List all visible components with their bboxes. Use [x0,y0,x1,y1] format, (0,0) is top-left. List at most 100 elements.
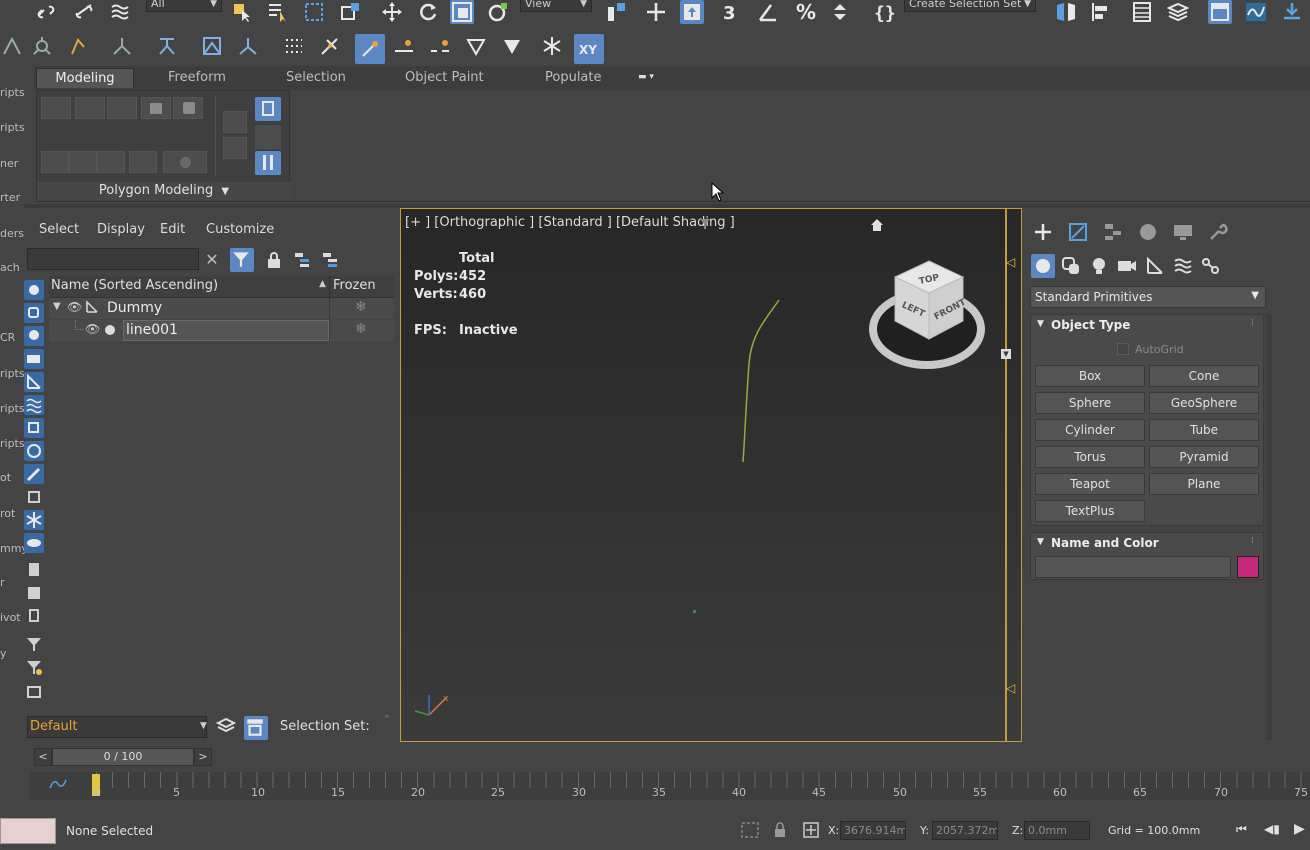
viewport-dropdown-icon[interactable]: ▼ [1001,349,1011,359]
command-panel-scrollbar[interactable] [1266,314,1272,740]
layer-explorer-icon[interactable] [1166,0,1190,24]
edit-poly-icon[interactable] [255,151,281,175]
element-mode-icon[interactable] [173,97,203,119]
category-dropdown[interactable]: Standard Primitives ▼ [1030,286,1266,308]
rollout-title[interactable]: Object Type [1051,318,1130,332]
x-coord-field[interactable]: 3676.914mm [840,821,906,840]
keyboard-shortcut-override-icon[interactable] [680,0,704,24]
helpers-icon[interactable] [1143,254,1167,278]
snap-edge-icon[interactable] [464,34,488,58]
toggle-ribbon-icon[interactable] [1208,0,1232,24]
tab-modeling[interactable]: Modeling [36,68,134,88]
move-icon[interactable] [380,0,404,24]
visibility-eye-icon[interactable]: 👁 [85,322,100,336]
rotate-icon[interactable] [416,0,440,24]
isolate-selection-icon[interactable] [740,821,760,839]
ribbon-options-icon[interactable]: ▬ ▾ [638,72,662,84]
grid-points-icon[interactable] [282,34,306,58]
cameras-icon[interactable] [1115,254,1139,278]
next-frame-button[interactable]: > [194,748,212,766]
selection-lock-icon[interactable] [772,821,788,839]
joint-icon[interactable] [110,34,134,58]
plane-button[interactable]: Plane [1149,473,1259,495]
previous-frame-icon[interactable]: ◀▮ [1264,822,1280,836]
modify-mode-icon[interactable] [41,151,69,173]
pin-icon[interactable] [318,34,342,58]
window-crossing-icon[interactable] [338,0,362,24]
drag-handle-icon[interactable]: ⁞ [1251,536,1254,546]
snap-midpoint-icon[interactable] [428,34,452,58]
table-row[interactable]: ▼ 👁 Dummy ❄ [49,298,394,319]
ik-icon[interactable] [66,34,90,58]
modify-tab-icon[interactable] [1066,220,1090,244]
link-icon[interactable] [34,0,58,24]
shapes-icon[interactable] [1059,254,1083,278]
spinner-snap-icon[interactable] [828,0,852,24]
layer-dropdown[interactable]: Default ▼ [27,716,207,738]
tab-freeform[interactable]: Freeform [168,68,226,88]
named-selection-dropdown[interactable]: Create Selection Set ▼ [904,0,1036,12]
viewcube[interactable]: TOP LEFT FRONT [867,259,991,375]
pin-stack-icon[interactable] [255,125,281,149]
snap-endpoint-icon[interactable] [392,34,416,58]
select-by-name-icon[interactable] [266,0,290,24]
show-end-result-icon[interactable] [255,97,281,121]
modify-mode-icon[interactable] [97,151,125,173]
freeze-snowflake-icon[interactable]: ❄ [355,299,367,315]
curve-editor-mini-icon[interactable] [48,776,68,792]
rollout-title[interactable]: Name and Color [1051,536,1159,550]
snap-vertex-icon[interactable] [355,34,385,64]
panel-label-bar[interactable]: Polygon Modeling ▼ [37,182,291,200]
filter-toggle-icon[interactable] [230,248,254,272]
modify-mode-icon[interactable] [129,151,157,173]
box-button[interactable]: Box [1035,365,1145,387]
modifier-list-icon[interactable] [223,111,247,133]
home-icon[interactable] [869,217,885,233]
modify-mode-icon[interactable] [163,151,207,173]
menu-display[interactable]: Display [97,222,145,237]
polygon-mode-icon[interactable] [141,97,171,119]
tab-object-paint[interactable]: Object Paint [405,68,484,88]
hierarchy-expand-icon[interactable] [292,250,312,270]
z-coord-field[interactable]: 0.0mm [1024,821,1090,840]
layer-explorer-icon[interactable] [215,716,238,738]
hierarchy-tab-icon[interactable] [1101,220,1125,244]
viewport-filter-icon[interactable] [699,218,711,230]
freeze-snowflake-icon[interactable]: ❄ [355,321,367,337]
hierarchy-collapse-icon[interactable] [320,250,340,270]
place-icon[interactable] [486,0,510,24]
name-column-header[interactable]: Name (Sorted Ascending) [51,278,218,293]
vertex-mode-icon[interactable] [41,97,71,119]
frozen-column-header[interactable]: Frozen [333,278,376,293]
freeze-icon[interactable] [540,34,564,58]
prev-frame-button[interactable]: < [34,748,52,766]
tube-button[interactable]: Tube [1149,419,1259,441]
named-selection-icon[interactable]: {} [872,0,896,24]
spacewarps-icon[interactable] [1171,254,1195,278]
menu-edit[interactable]: Edit [160,222,185,237]
select-manipulate-icon[interactable] [644,0,668,24]
utilities-tab-icon[interactable] [1206,220,1230,244]
display-tab-icon[interactable] [1171,220,1195,244]
snaps-toggle-icon[interactable]: 3 [720,0,744,24]
scene-explorer-toggle-icon[interactable] [244,716,268,740]
drag-handle-icon[interactable]: ⁞ [1251,318,1254,328]
teapot-button[interactable]: Teapot [1035,473,1145,495]
geometry-icon[interactable] [1031,254,1055,278]
constraint-icon[interactable] [200,34,224,58]
download-icon[interactable] [1280,0,1304,24]
pyramid-button[interactable]: Pyramid [1149,446,1259,468]
create-tab-icon[interactable] [1031,220,1055,244]
viewport-label[interactable]: [+ ] [Orthographic ] [Standard ] [Defaul… [405,215,735,230]
hierarchy-icon[interactable] [155,34,179,58]
track-bar[interactable] [30,772,1310,800]
modify-mode-icon[interactable] [69,151,97,173]
visibility-eye-icon[interactable]: 👁 [67,300,82,314]
modifier-list-icon[interactable] [223,137,247,159]
xray-icon[interactable]: XY [574,34,604,64]
rect-selection-region-icon[interactable] [302,0,326,24]
viewport[interactable]: [+ ] [Orthographic ] [Standard ] [Defaul… [400,208,1022,742]
menu-select[interactable]: Select [39,222,79,237]
pivot-center-icon[interactable] [604,0,628,24]
spline-line-object[interactable] [731,294,791,469]
